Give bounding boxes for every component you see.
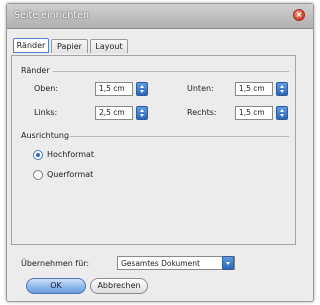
left-margin-stepper: 2,5 cm <box>95 106 148 120</box>
cancel-button[interactable]: Abbrechen <box>90 278 148 294</box>
top-margin-input[interactable]: 1,5 cm <box>95 82 133 96</box>
portrait-label[interactable]: Hochformat <box>47 150 94 159</box>
top-margin-label: Oben: <box>34 84 59 93</box>
bottom-margin-input[interactable]: 1,5 cm <box>235 82 273 96</box>
apply-to-value: Gesamtes Dokument <box>121 259 200 268</box>
right-margin-label: Rechts: <box>187 108 217 117</box>
window-title: Seite einrichten <box>14 10 89 21</box>
bottom-margin-stepper: 1,5 cm <box>235 82 288 96</box>
bottom-margin-label: Unten: <box>187 84 214 93</box>
portrait-radio[interactable] <box>33 150 43 160</box>
right-margin-stepper: 1,5 cm <box>235 106 288 120</box>
bottom-margin-spin-button[interactable] <box>276 82 288 96</box>
tab-papier-label: Papier <box>57 42 82 51</box>
left-margin-label: Links: <box>34 108 58 117</box>
tab-layout-label: Layout <box>95 42 123 51</box>
orientation-group-label: Ausrichtung <box>21 131 70 140</box>
top-margin-stepper: 1,5 cm <box>95 82 148 96</box>
chevron-down-icon[interactable] <box>222 256 234 270</box>
apply-to-select[interactable]: Gesamtes Dokument <box>117 256 235 270</box>
right-margin-spin-button[interactable] <box>276 106 288 120</box>
left-margin-input[interactable]: 2,5 cm <box>95 106 133 120</box>
ok-button[interactable]: OK <box>26 278 86 294</box>
landscape-radio[interactable] <box>33 170 43 180</box>
tab-layout[interactable]: Layout <box>90 39 128 53</box>
left-margin-spin-button[interactable] <box>136 106 148 120</box>
tab-raender[interactable]: Ränder <box>13 38 49 53</box>
right-margin-input[interactable]: 1,5 cm <box>235 106 273 120</box>
top-margin-spin-button[interactable] <box>136 82 148 96</box>
tab-raender-label: Ränder <box>16 41 46 50</box>
title-bar[interactable]: Seite einrichten × <box>7 4 313 29</box>
orientation-group-divider <box>70 136 289 137</box>
apply-to-label: Übernehmen für: <box>21 259 90 268</box>
margins-group-divider <box>53 71 289 72</box>
landscape-label[interactable]: Querformat <box>47 170 93 179</box>
close-icon[interactable]: × <box>293 9 305 21</box>
margins-group-label: Ränder <box>21 66 50 75</box>
tab-papier[interactable]: Papier <box>51 39 88 53</box>
